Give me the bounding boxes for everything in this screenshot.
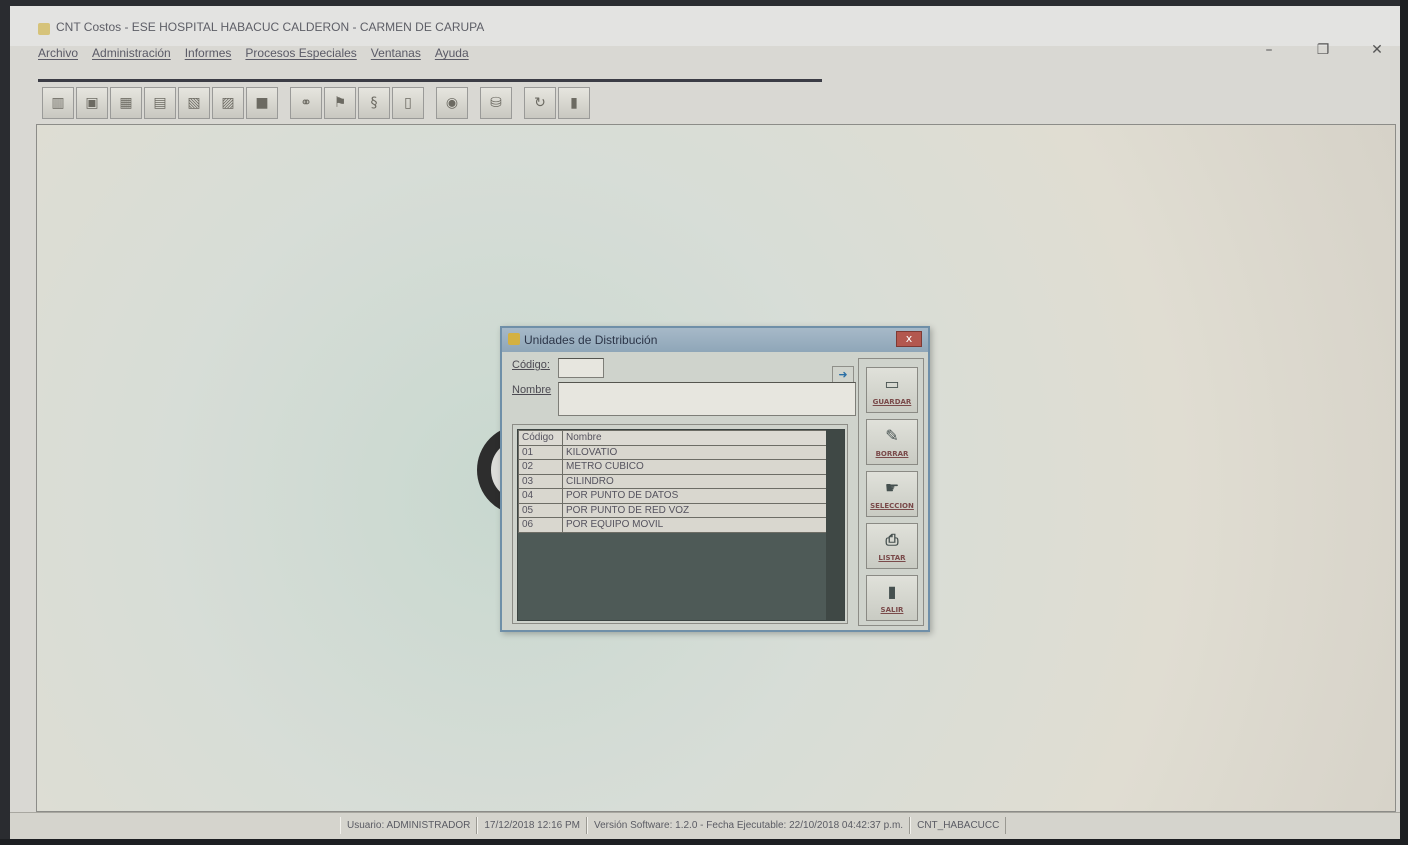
package-icon[interactable]: ■ bbox=[246, 87, 278, 119]
window-title: CNT Costos - ESE HOSPITAL HABACUC CALDER… bbox=[56, 20, 485, 34]
close-button[interactable]: ✕ bbox=[1370, 42, 1384, 58]
unidades-table: Código Nombre 01 KILOVATIO 02 METRO CUBI… bbox=[518, 430, 827, 533]
menu-bar: Archivo Administración Informes Procesos… bbox=[38, 46, 469, 64]
menu-separator bbox=[38, 79, 822, 82]
search-icon[interactable]: ◉ bbox=[436, 87, 468, 119]
table-icon[interactable]: ▤ bbox=[144, 87, 176, 119]
table-row[interactable]: 06 POR EQUIPO MOVIL bbox=[518, 517, 827, 533]
hand-icon: ☛ bbox=[884, 478, 900, 497]
nombre-input[interactable] bbox=[558, 382, 856, 416]
screen: CNT Costos - ESE HOSPITAL HABACUC CALDER… bbox=[10, 6, 1402, 840]
cell-codigo: 02 bbox=[518, 459, 563, 475]
cell-nombre: POR PUNTO DE DATOS bbox=[562, 488, 827, 504]
action-panel: ▭ GUARDAR ✎ BORRAR ☛ SELECCION ⎙ LISTAR … bbox=[858, 358, 924, 626]
status-db: CNT_HABACUCC bbox=[910, 817, 1007, 834]
dialog-title-bar: Unidades de Distribución x bbox=[502, 328, 928, 352]
app-icon bbox=[38, 23, 50, 35]
column-header-nombre[interactable]: Nombre bbox=[562, 430, 827, 446]
printer-icon: ⎙ bbox=[885, 530, 899, 549]
cell-nombre: KILOVATIO bbox=[562, 444, 827, 460]
cell-codigo: 05 bbox=[518, 502, 563, 518]
seleccion-button[interactable]: ☛ SELECCION bbox=[866, 471, 918, 517]
book-icon[interactable]: ▥ bbox=[42, 87, 74, 119]
dialog-title: Unidades de Distribución bbox=[524, 333, 658, 347]
guardar-button[interactable]: ▭ GUARDAR bbox=[866, 367, 918, 413]
cell-codigo: 06 bbox=[518, 517, 563, 533]
codigo-input[interactable] bbox=[558, 358, 604, 378]
title-bar: CNT Costos - ESE HOSPITAL HABACUC CALDER… bbox=[10, 6, 1402, 58]
menu-ventanas[interactable]: Ventanas bbox=[371, 46, 421, 64]
flag-icon[interactable]: ⚑ bbox=[324, 87, 356, 119]
menu-administracion[interactable]: Administración bbox=[92, 46, 171, 64]
data-grid: Código Nombre 01 KILOVATIO 02 METRO CUBI… bbox=[517, 429, 845, 621]
coil-icon[interactable]: § bbox=[358, 87, 390, 119]
nombre-label: Nombre bbox=[512, 384, 552, 396]
column-header-codigo[interactable]: Código bbox=[518, 430, 563, 446]
status-usuario: Usuario: ADMINISTRADOR bbox=[340, 817, 478, 834]
cell-nombre: POR EQUIPO MOVIL bbox=[562, 517, 827, 533]
status-version: Versión Software: 1.2.0 - Fecha Ejecutab… bbox=[587, 817, 911, 834]
cell-nombre: METRO CUBICO bbox=[562, 459, 827, 475]
restore-button[interactable]: ❐ bbox=[1316, 42, 1330, 58]
eraser-icon: ✎ bbox=[885, 426, 899, 445]
borrar-button[interactable]: ✎ BORRAR bbox=[866, 419, 918, 465]
cell-nombre: POR PUNTO DE RED VOZ bbox=[562, 502, 827, 518]
window-controls: – ❐ ✕ bbox=[1262, 42, 1384, 58]
table-row[interactable]: 01 KILOVATIO bbox=[518, 444, 827, 460]
minimize-button[interactable]: – bbox=[1262, 42, 1276, 58]
cell-nombre: CILINDRO bbox=[562, 473, 827, 489]
refresh-icon[interactable]: ↻ bbox=[524, 87, 556, 119]
monitor-bezel-bottom bbox=[0, 839, 1408, 845]
monitor-bezel bbox=[1400, 0, 1408, 845]
salir-button[interactable]: ▮ SALIR bbox=[866, 575, 918, 621]
codigo-label: Código: bbox=[512, 359, 550, 371]
floppy-icon: ▭ bbox=[884, 374, 900, 393]
menu-archivo[interactable]: Archivo bbox=[38, 46, 78, 64]
toolbar: ▥ ▣ ▦ ▤ ▧ ▨ ■ ⚭ ⚑ § ▯ ◉ ⛁ ↻ ▮ bbox=[42, 84, 590, 122]
grid-scrollbar[interactable] bbox=[826, 430, 844, 620]
listar-button[interactable]: ⎙ LISTAR bbox=[866, 523, 918, 569]
dialog-close-button[interactable]: x bbox=[896, 331, 922, 347]
dialog-icon bbox=[508, 333, 520, 345]
folder-icon[interactable]: ▨ bbox=[212, 87, 244, 119]
door-icon[interactable]: ▮ bbox=[558, 87, 590, 119]
menu-informes[interactable]: Informes bbox=[185, 46, 232, 64]
menu-ayuda[interactable]: Ayuda bbox=[435, 46, 469, 64]
cell-codigo: 01 bbox=[518, 444, 563, 460]
table-row[interactable]: 03 CILINDRO bbox=[518, 473, 827, 489]
grid-frame: Código Nombre 01 KILOVATIO 02 METRO CUBI… bbox=[512, 424, 848, 624]
database-icon[interactable]: ⛁ bbox=[480, 87, 512, 119]
page-icon[interactable]: ▧ bbox=[178, 87, 210, 119]
document-icon[interactable]: ▯ bbox=[392, 87, 424, 119]
door-exit-icon: ▮ bbox=[887, 582, 897, 601]
cell-codigo: 04 bbox=[518, 488, 563, 504]
link-icon[interactable]: ⚭ bbox=[290, 87, 322, 119]
table-row[interactable]: 02 METRO CUBICO bbox=[518, 459, 827, 475]
box-icon[interactable]: ▣ bbox=[76, 87, 108, 119]
status-panels: Usuario: ADMINISTRADOR 17/12/2018 12:16 … bbox=[340, 817, 1007, 834]
grid-icon[interactable]: ▦ bbox=[110, 87, 142, 119]
cell-codigo: 03 bbox=[518, 473, 563, 489]
table-row[interactable]: 04 POR PUNTO DE DATOS bbox=[518, 488, 827, 504]
menu-procesos-especiales[interactable]: Procesos Especiales bbox=[245, 46, 356, 64]
unidades-dialog: Unidades de Distribución x Código: ➜ Nom… bbox=[500, 326, 930, 632]
status-fecha: 17/12/2018 12:16 PM bbox=[477, 817, 587, 834]
status-bar: Usuario: ADMINISTRADOR 17/12/2018 12:16 … bbox=[10, 812, 1402, 840]
table-row[interactable]: 05 POR PUNTO DE RED VOZ bbox=[518, 502, 827, 518]
